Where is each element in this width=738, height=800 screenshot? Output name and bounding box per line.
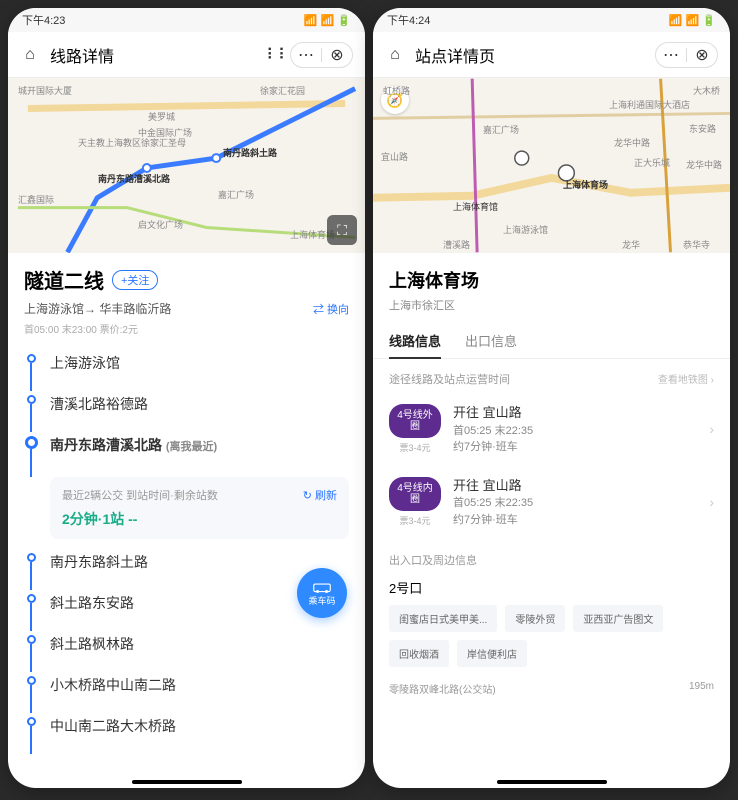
home-indicator <box>132 780 242 784</box>
page-title: 站点详情页 <box>415 43 645 67</box>
poi-chip[interactable]: 岸信便利店 <box>457 640 527 667</box>
refresh-button[interactable]: ↻ 刷新 <box>303 487 337 503</box>
route-map[interactable]: 城开国际大厦 徐家汇花园 美罗城 中金国际广场 天主教上海教区徐家汇圣母 汇鑫国… <box>8 78 365 253</box>
line-item[interactable]: 4号线内圈 票3-4元 开往 宜山路 首05:25 末22:35 约7分钟·班车… <box>373 466 730 539</box>
realtime-value: 2分钟·1站 -- <box>62 509 337 529</box>
menu-icon[interactable]: ⋯ <box>656 45 686 65</box>
status-bar: 下午4:23 📶 📶 🔋 <box>8 8 365 32</box>
poi-chip[interactable]: 零陵外贸 <box>505 605 565 632</box>
apps-icon[interactable]: ⠇⠇ <box>268 45 288 65</box>
status-time: 下午4:23 <box>22 12 65 28</box>
station-name: 上海体育场 <box>389 267 714 293</box>
app-bar: ⌂ 线路详情 ⠇⠇ ⋯ ⊗ <box>8 32 365 78</box>
ride-code-fab[interactable]: 乘车码 <box>297 568 347 618</box>
status-bar: 下午4:24 📶 📶 🔋 <box>373 8 730 32</box>
close-icon[interactable]: ⊗ <box>687 45 717 65</box>
phone-station-detail: 下午4:24 📶 📶 🔋 ⌂ 站点详情页 ⋯ ⊗ 🧭 虹桥路 上海利通国际大酒店… <box>373 8 730 788</box>
poi-chip[interactable]: 闺蜜店日式美甲美... <box>389 605 497 632</box>
miniapp-capsule: ⋯ ⊗ <box>655 42 718 68</box>
poi-chip[interactable]: 亚西亚广告图文 <box>573 605 663 632</box>
section-exits-label: 出入口及周边信息 <box>373 538 730 574</box>
line-badge-icon: 4号线内圈 <box>389 477 441 511</box>
home-indicator <box>497 780 607 784</box>
metro-map-link[interactable]: 查看地铁图 › <box>658 371 714 387</box>
stop-item-current[interactable]: 南丹东路漕溪北路 (离我最近) <box>24 432 349 477</box>
station-map[interactable]: 🧭 虹桥路 上海利通国际大酒店 大木桥 嘉汇广场 龙华中路 东安路 宜山路 正大… <box>373 78 730 253</box>
chevron-right-icon: › <box>709 494 714 510</box>
home-icon[interactable]: ⌂ <box>385 45 405 65</box>
realtime-card: 最近2辆公交 到站时间·剩余站数 ↻ 刷新 2分钟·1站 -- <box>50 477 349 539</box>
fullscreen-icon[interactable]: ⛶ <box>327 215 357 245</box>
phone-route-detail: 下午4:23 📶 📶 🔋 ⌂ 线路详情 ⠇⠇ ⋯ ⊗ 城开国际大厦 徐家汇花园 … <box>8 8 365 788</box>
stop-item[interactable]: 中山南二路大木桥路 <box>24 713 349 754</box>
line-badge-icon: 4号线外圈 <box>389 404 441 438</box>
route-schedule: 首05:00 末23:00 票价:2元 <box>24 321 349 336</box>
page-title: 线路详情 <box>50 43 258 67</box>
stop-item[interactable]: 上海游泳馆 <box>24 350 349 391</box>
stop-item[interactable]: 小木桥路中山南二路 <box>24 672 349 713</box>
realtime-hint: 最近2辆公交 到站时间·剩余站数 <box>62 487 218 503</box>
follow-button[interactable]: +关注 <box>112 270 158 290</box>
line-item[interactable]: 4号线外圈 票3-4元 开往 宜山路 首05:25 末22:35 约7分钟·班车… <box>373 393 730 466</box>
tabs: 线路信息 出口信息 <box>373 317 730 359</box>
tab-lines[interactable]: 线路信息 <box>389 323 441 358</box>
swap-direction-button[interactable]: ⇄ 换向 <box>313 301 349 317</box>
stop-list: 上海游泳馆 漕溪北路裕德路 南丹东路漕溪北路 (离我最近) 最近2辆公交 到站时… <box>8 342 365 754</box>
chevron-right-icon: › <box>709 421 714 437</box>
menu-icon[interactable]: ⋯ <box>291 45 321 65</box>
stop-item[interactable]: 斜土路枫林路 <box>24 631 349 672</box>
route-direction: 上海游泳馆→ 华丰路临沂路 <box>24 300 171 317</box>
exit-item: 2号口 闺蜜店日式美甲美... 零陵外贸 亚西亚广告图文 回收烟酒 岸信便利店 <box>373 574 730 671</box>
station-header: 上海体育场 上海市徐汇区 <box>373 253 730 317</box>
exit-name: 2号口 <box>389 578 714 597</box>
status-time: 下午4:24 <box>387 12 430 28</box>
nearby-stop[interactable]: 零陵路双峰北路(公交站) 195m <box>373 671 730 696</box>
close-icon[interactable]: ⊗ <box>322 45 352 65</box>
tab-exits[interactable]: 出口信息 <box>465 323 517 358</box>
section-lines-label: 途径线路及站点运营时间 查看地铁图 › <box>373 359 730 393</box>
station-district: 上海市徐汇区 <box>389 297 714 313</box>
poi-chip[interactable]: 回收烟酒 <box>389 640 449 667</box>
home-icon[interactable]: ⌂ <box>20 45 40 65</box>
stop-item[interactable]: 漕溪北路裕德路 <box>24 391 349 432</box>
miniapp-capsule: ⋯ ⊗ <box>290 42 353 68</box>
app-bar: ⌂ 站点详情页 ⋯ ⊗ <box>373 32 730 78</box>
route-name: 隧道二线 <box>24 265 104 294</box>
route-header: 隧道二线 +关注 上海游泳馆→ 华丰路临沂路 ⇄ 换向 首05:00 末23:0… <box>8 253 365 342</box>
